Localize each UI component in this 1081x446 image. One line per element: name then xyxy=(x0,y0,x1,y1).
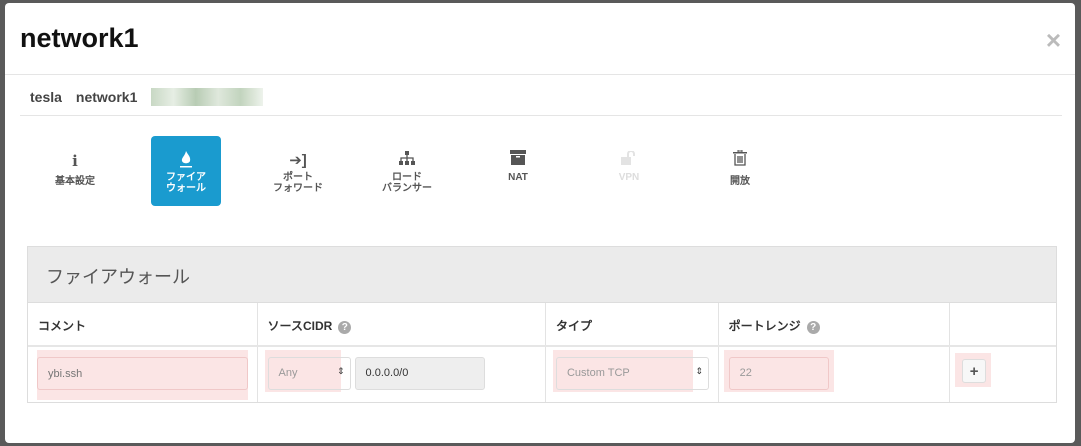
nav-nat[interactable]: NAT xyxy=(483,136,553,206)
panel-title: ファイアウォール xyxy=(28,247,1056,303)
modal-header: network1 × xyxy=(5,3,1075,75)
unlock-icon xyxy=(594,150,664,172)
add-rule-button[interactable]: + xyxy=(962,359,987,383)
divider xyxy=(20,115,1062,116)
col-port-range: ポートレンジ? xyxy=(719,303,951,345)
sitemap-icon xyxy=(372,150,442,172)
col-actions xyxy=(950,303,1056,345)
col-source-cidr: ソースCIDR? xyxy=(258,303,546,345)
table-header: コメント ソースCIDR? タイプ ポートレンジ? xyxy=(28,303,1056,347)
select-arrows-icon: ⇕ xyxy=(337,366,345,376)
source-select[interactable]: Any ⇕ xyxy=(267,357,351,390)
breadcrumb-item[interactable]: network1 xyxy=(76,89,137,105)
help-icon[interactable]: ? xyxy=(338,321,352,334)
network-modal: network1 × tesla network1 i 基本設定 ファイア ウォー… xyxy=(5,3,1075,443)
comment-input[interactable] xyxy=(37,357,248,390)
close-icon[interactable]: × xyxy=(1046,25,1061,56)
redacted-id xyxy=(151,88,264,106)
help-icon[interactable]: ? xyxy=(806,321,820,334)
nav-firewall[interactable]: ファイア ウォール xyxy=(151,136,221,206)
col-type: タイプ xyxy=(546,303,719,345)
trash-icon xyxy=(705,149,775,172)
nav-load-balancer[interactable]: ロード バランサー xyxy=(372,136,442,206)
type-cell: Custom TCP ⇕ xyxy=(546,347,719,402)
firewall-panel: ファイアウォール コメント ソースCIDR? タイプ ポートレンジ? Any⇕ … xyxy=(27,246,1057,403)
breadcrumb-item[interactable]: tesla xyxy=(30,89,62,105)
source-cell: Any ⇕ 0.0.0.0/0 xyxy=(258,347,546,402)
comment-cell xyxy=(28,347,258,402)
select-arrows-icon: ⇕ xyxy=(695,366,703,376)
archive-icon xyxy=(483,150,553,172)
type-select[interactable]: Custom TCP ⇕ xyxy=(555,357,709,390)
fire-icon xyxy=(151,150,221,172)
port-input[interactable]: 22 xyxy=(728,357,829,390)
action-cell: + xyxy=(950,347,1056,402)
modal-title: network1 xyxy=(20,23,139,53)
port-cell: 22 xyxy=(719,347,951,402)
sign-in-icon: ➔] xyxy=(289,152,307,169)
info-icon: i xyxy=(72,152,78,170)
nav-port-forward[interactable]: ➔] ポート フォワード xyxy=(263,136,333,206)
nav-vpn: VPN xyxy=(594,136,664,206)
nav-basic-settings[interactable]: i 基本設定 xyxy=(40,136,110,206)
nav-release[interactable]: 開放 xyxy=(705,136,775,206)
breadcrumb: tesla network1 xyxy=(30,88,264,106)
col-comment: コメント xyxy=(28,303,258,345)
cidr-input[interactable]: 0.0.0.0/0 xyxy=(354,357,485,390)
table-row: Any⇕ 0.0.0.0/0 Custom TCP⇕ 22 + xyxy=(28,347,1056,402)
